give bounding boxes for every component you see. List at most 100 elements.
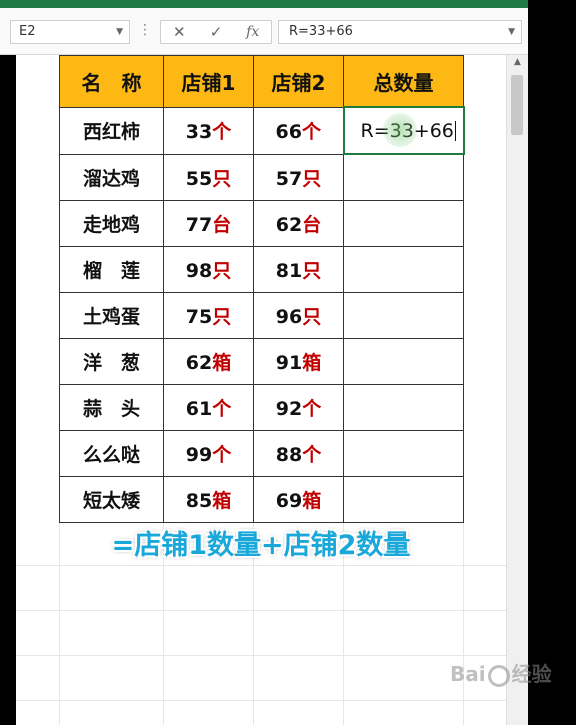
unit: 台: [212, 214, 232, 236]
cell-total[interactable]: [343, 292, 464, 339]
formula-buttons: ✕ ✓ fx: [160, 20, 272, 44]
value: 55: [185, 167, 213, 190]
cell-store2[interactable]: 96只: [253, 292, 344, 339]
cell-name[interactable]: 溜达鸡: [59, 153, 164, 201]
unit: 箱: [302, 352, 322, 374]
value: 57: [275, 167, 303, 190]
table-row: 洋 葱 62箱 91箱: [59, 338, 464, 385]
value: 61: [185, 398, 213, 420]
scroll-thumb[interactable]: [511, 75, 523, 135]
cell-store1[interactable]: 98只: [163, 246, 254, 293]
unit: 个: [302, 398, 322, 420]
vertical-scrollbar[interactable]: ▲: [506, 55, 528, 725]
cell-total[interactable]: [343, 430, 464, 477]
cell-store2[interactable]: 57只: [253, 153, 344, 201]
cell-store1[interactable]: 75只: [163, 292, 254, 339]
chevron-down-icon[interactable]: ▼: [508, 21, 515, 43]
header-cell[interactable]: 总数量: [343, 55, 464, 108]
cell-total[interactable]: [343, 476, 464, 523]
cell-name[interactable]: 洋 葱: [59, 338, 164, 385]
cell-store1[interactable]: 55只: [163, 153, 254, 201]
value: 99: [185, 444, 213, 466]
header-cell[interactable]: 名 称: [59, 55, 164, 108]
cell-store1[interactable]: 62箱: [163, 338, 254, 385]
cell-store2[interactable]: 91箱: [253, 338, 344, 385]
unit: 个: [212, 121, 232, 143]
unit: 只: [302, 260, 322, 282]
cell-store1[interactable]: 99个: [163, 430, 254, 477]
header-cell[interactable]: 店铺2: [253, 55, 344, 108]
chevron-down-icon[interactable]: ▼: [116, 21, 123, 43]
unit: 箱: [212, 490, 232, 512]
unit: 个: [302, 444, 322, 466]
cell-store2[interactable]: 66个: [253, 106, 344, 155]
value: 81: [275, 260, 303, 282]
confirm-icon[interactable]: ✓: [198, 21, 235, 43]
ribbon-strip: [0, 0, 528, 8]
watermark: Bai 经验: [450, 658, 552, 687]
unit: 台: [302, 214, 322, 236]
scroll-up-icon[interactable]: ▲: [507, 57, 528, 67]
cell-name[interactable]: 蒜 头: [59, 384, 164, 431]
text-cursor: [454, 121, 456, 141]
formula-value: R=33+66: [289, 24, 353, 39]
value: 62: [185, 352, 213, 374]
table-row: 榴 莲 98只 81只: [59, 246, 464, 293]
cell-store1[interactable]: 61个: [163, 384, 254, 431]
formula-input[interactable]: R=33+66 ▼: [278, 20, 522, 44]
value: 66: [275, 121, 302, 143]
grid-line: [16, 610, 506, 611]
cell-total[interactable]: [343, 246, 464, 293]
watermark-text-left: Bai: [450, 662, 486, 686]
cell-name[interactable]: 短太矮: [59, 476, 164, 523]
cell-name[interactable]: 么么哒: [59, 430, 164, 477]
value: 98: [185, 260, 213, 282]
paw-icon: [487, 664, 510, 687]
table-row: 短太矮 85箱 69箱: [59, 476, 464, 523]
formula-caption: =店铺1数量+店铺2数量: [111, 530, 411, 561]
unit: 个: [212, 444, 232, 466]
cell-total[interactable]: [343, 200, 464, 247]
cell-total[interactable]: [343, 338, 464, 385]
unit: 只: [212, 260, 232, 282]
table-row: 么么哒 99个 88个: [59, 430, 464, 477]
table-row: 土鸡蛋 75只 96只: [59, 292, 464, 339]
grid-line: [16, 700, 506, 701]
cell-name[interactable]: 走地鸡: [59, 200, 164, 247]
value: 85: [185, 490, 213, 512]
click-indicator: [382, 113, 417, 147]
cell-store2[interactable]: 88个: [253, 430, 344, 477]
cell-name[interactable]: 西红柿: [59, 106, 164, 155]
cell-store1[interactable]: 85箱: [163, 476, 254, 523]
cell-store1[interactable]: 77台: [163, 200, 254, 247]
unit: 只: [302, 306, 322, 328]
value: 91: [275, 352, 303, 374]
cell-name[interactable]: 榴 莲: [59, 246, 164, 293]
cell-store2[interactable]: 62台: [253, 200, 344, 247]
data-table: 名 称 店铺1 店铺2 总数量 西红柿 33个 66个 R=33+66 溜达鸡 …: [59, 55, 465, 523]
worksheet[interactable]: 名 称 店铺1 店铺2 总数量 西红柿 33个 66个 R=33+66 溜达鸡 …: [16, 55, 506, 725]
table-row: 西红柿 33个 66个 R=33+66: [59, 106, 465, 155]
unit: 只: [302, 167, 322, 190]
header-cell[interactable]: 店铺1: [163, 55, 254, 108]
cell-total[interactable]: [343, 153, 464, 201]
table-row: 溜达鸡 55只 57只: [59, 153, 464, 201]
unit: 只: [212, 306, 232, 328]
name-box-value: E2: [19, 24, 36, 39]
table-row: 走地鸡 77台 62台: [59, 200, 464, 247]
cancel-icon[interactable]: ✕: [161, 21, 198, 43]
value: 69: [275, 490, 303, 512]
formula-bar-area: E2 ▼ ⋮ ✕ ✓ fx R=33+66 ▼: [0, 8, 528, 55]
unit: 箱: [212, 352, 232, 374]
cell-store2[interactable]: 69箱: [253, 476, 344, 523]
cell-total[interactable]: [343, 384, 464, 431]
cell-store1[interactable]: 33个: [163, 106, 254, 155]
cell-store2[interactable]: 81只: [253, 246, 344, 293]
insert-function-icon[interactable]: fx: [234, 21, 271, 43]
name-box[interactable]: E2 ▼: [10, 20, 130, 44]
cell-store2[interactable]: 92个: [253, 384, 344, 431]
value: 96: [275, 306, 303, 328]
more-icon[interactable]: ⋮: [138, 20, 152, 44]
cell-name[interactable]: 土鸡蛋: [59, 292, 164, 339]
active-cell-total[interactable]: R=33+66: [342, 106, 465, 155]
